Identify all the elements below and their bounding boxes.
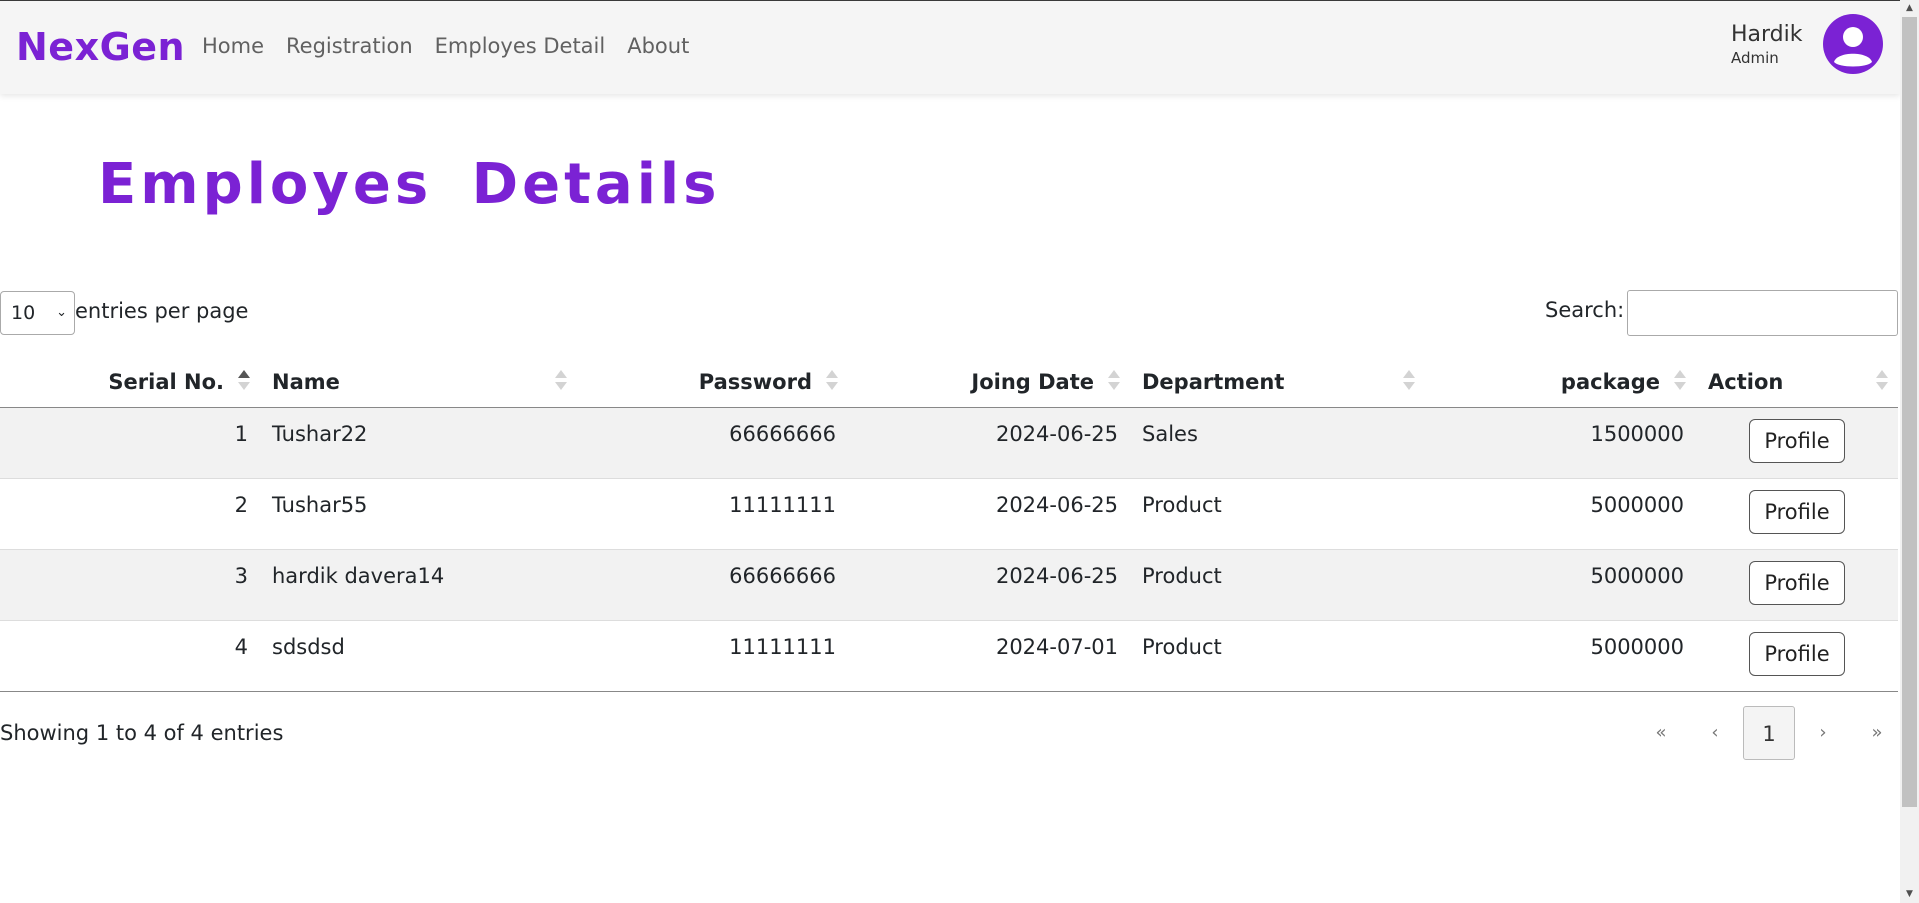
search-input[interactable] bbox=[1627, 290, 1898, 336]
profile-button[interactable]: Profile bbox=[1749, 418, 1845, 463]
user-avatar-icon[interactable] bbox=[1823, 14, 1883, 74]
cell-serial: 2 bbox=[0, 477, 260, 549]
page-last-button[interactable]: » bbox=[1850, 706, 1904, 760]
table-row: 4 sdsdsd 11111111 2024-07-01 Product 500… bbox=[0, 619, 1898, 692]
entries-per-page-select[interactable]: 10 ⌄ bbox=[0, 291, 75, 335]
cell-password: 11111111 bbox=[577, 477, 848, 549]
cell-password: 11111111 bbox=[577, 619, 848, 692]
cell-department: Sales bbox=[1130, 407, 1425, 478]
col-header-password[interactable]: Password bbox=[577, 357, 848, 408]
sort-icon bbox=[555, 370, 567, 392]
page-prev-button[interactable]: ‹ bbox=[1688, 706, 1742, 760]
cell-action: Profile bbox=[1696, 548, 1898, 620]
cell-department: Product bbox=[1130, 477, 1425, 549]
cell-package: 5000000 bbox=[1425, 477, 1696, 549]
page-current-button[interactable]: 1 bbox=[1743, 706, 1795, 760]
sort-icon bbox=[1674, 370, 1686, 392]
cell-serial: 3 bbox=[0, 548, 260, 620]
cell-name: sdsdsd bbox=[260, 619, 577, 692]
sort-icon bbox=[1108, 370, 1120, 392]
scroll-thumb[interactable] bbox=[1902, 17, 1917, 807]
user-role: Admin bbox=[1731, 49, 1779, 67]
profile-button[interactable]: Profile bbox=[1749, 560, 1845, 605]
chevron-down-icon: ⌄ bbox=[56, 305, 67, 320]
nav-link-about[interactable]: About bbox=[627, 34, 689, 58]
page-next-button[interactable]: › bbox=[1796, 706, 1850, 760]
nav-link-employes-detail[interactable]: Employes Detail bbox=[435, 34, 606, 58]
cell-name: Tushar22 bbox=[260, 407, 577, 478]
employees-table: Serial No. Name Password Joing Date Depa… bbox=[0, 357, 1898, 692]
cell-package: 5000000 bbox=[1425, 619, 1696, 692]
cell-password: 66666666 bbox=[577, 548, 848, 620]
scroll-down-arrow-icon[interactable]: ▼ bbox=[1900, 886, 1919, 903]
col-header-action[interactable]: Action bbox=[1696, 357, 1898, 408]
cell-serial: 4 bbox=[0, 619, 260, 692]
navbar: NexGen Home Registration Employes Detail… bbox=[0, 1, 1900, 94]
cell-joining-date: 2024-06-25 bbox=[848, 407, 1130, 478]
search-label: Search: bbox=[1545, 298, 1625, 322]
nav-link-registration[interactable]: Registration bbox=[286, 34, 413, 58]
table-row: 2 Tushar55 11111111 2024-06-25 Product 5… bbox=[0, 477, 1898, 549]
cell-package: 5000000 bbox=[1425, 548, 1696, 620]
sort-icon bbox=[826, 370, 838, 392]
page-first-button[interactable]: « bbox=[1634, 706, 1688, 760]
entries-per-page-value: 10 bbox=[11, 302, 36, 324]
cell-joining-date: 2024-06-25 bbox=[848, 477, 1130, 549]
table-row: 3 hardik davera14 66666666 2024-06-25 Pr… bbox=[0, 548, 1898, 620]
user-name: Hardik bbox=[1731, 22, 1803, 47]
pagination: « ‹ 1 › » bbox=[1634, 706, 1904, 760]
cell-department: Product bbox=[1130, 619, 1425, 692]
cell-action: Profile bbox=[1696, 477, 1898, 549]
profile-button[interactable]: Profile bbox=[1749, 631, 1845, 676]
cell-name: Tushar55 bbox=[260, 477, 577, 549]
nav-links: Home Registration Employes Detail About bbox=[202, 34, 689, 58]
table-row: 1 Tushar22 66666666 2024-06-25 Sales 150… bbox=[0, 407, 1898, 478]
cell-name: hardik davera14 bbox=[260, 548, 577, 620]
cell-action: Profile bbox=[1696, 619, 1898, 692]
vertical-scrollbar[interactable]: ▲ ▼ bbox=[1900, 0, 1919, 903]
table-header-row: Serial No. Name Password Joing Date Depa… bbox=[0, 357, 1898, 408]
sort-icon bbox=[1403, 370, 1415, 392]
sort-icon bbox=[1876, 370, 1888, 392]
entries-per-page-label: entries per page bbox=[75, 299, 249, 323]
brand-logo[interactable]: NexGen bbox=[16, 25, 185, 69]
cell-serial: 1 bbox=[0, 407, 260, 478]
nav-link-home[interactable]: Home bbox=[202, 34, 264, 58]
sort-asc-icon bbox=[238, 370, 250, 392]
table-info: Showing 1 to 4 of 4 entries bbox=[0, 721, 284, 745]
col-header-serial[interactable]: Serial No. bbox=[0, 357, 260, 408]
page-title: Employes Details bbox=[98, 152, 721, 217]
cell-password: 66666666 bbox=[577, 407, 848, 478]
cell-department: Product bbox=[1130, 548, 1425, 620]
cell-joining-date: 2024-07-01 bbox=[848, 619, 1130, 692]
cell-action: Profile bbox=[1696, 407, 1898, 478]
profile-button[interactable]: Profile bbox=[1749, 489, 1845, 534]
col-header-department[interactable]: Department bbox=[1130, 357, 1425, 408]
user-info: Hardik Admin bbox=[1731, 22, 1803, 67]
col-header-joining-date[interactable]: Joing Date bbox=[848, 357, 1130, 408]
scroll-up-arrow-icon[interactable]: ▲ bbox=[1900, 0, 1919, 17]
cell-joining-date: 2024-06-25 bbox=[848, 548, 1130, 620]
col-header-package[interactable]: package bbox=[1425, 357, 1696, 408]
col-header-name[interactable]: Name bbox=[260, 357, 577, 408]
cell-package: 1500000 bbox=[1425, 407, 1696, 478]
